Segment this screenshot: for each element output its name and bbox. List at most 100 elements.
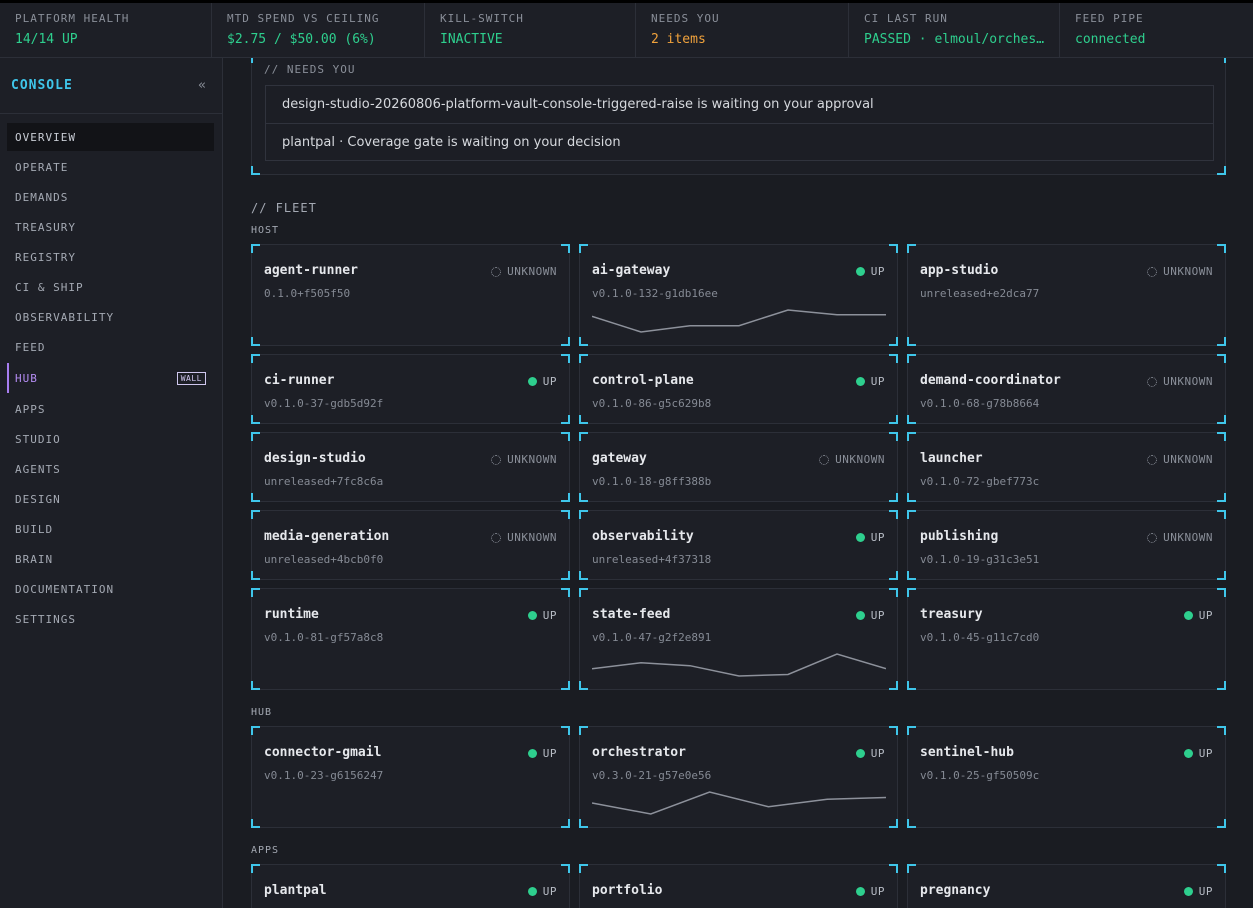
service-card-orchestrator[interactable]: orchestrator UP v0.3.0-21-g57e0e56 [579,726,898,828]
service-card-treasury[interactable]: treasury UP v0.1.0-45-g11c7cd0 [907,588,1226,690]
service-status: UNKNOWN [491,453,557,466]
service-card-demand-coordinator[interactable]: demand-coordinator UNKNOWN v0.1.0-68-g78b8… [907,354,1226,424]
stat-kill-switch[interactable]: KILL-SWITCH INACTIVE [425,3,636,57]
service-card-plantpal[interactable]: plantpal UP [251,864,570,908]
service-card-gateway[interactable]: gateway UNKNOWN v0.1.0-18-g8ff388b [579,432,898,502]
service-card-media-generation[interactable]: media-generation UNKNOWN unreleased+4bcb0f… [251,510,570,580]
status-up-dot-icon [1183,887,1193,896]
service-card-pregnancy[interactable]: pregnancy UP [907,864,1226,908]
status-text: UP [870,265,885,278]
sidebar-item-design[interactable]: DESIGN [7,485,214,513]
sidebar-item-apps[interactable]: APPS [7,395,214,423]
stat-value: 14/14 UP [15,32,78,47]
service-name: treasury [920,607,983,622]
sidebar-item-build[interactable]: BUILD [7,515,214,543]
service-version: unreleased+4bcb0f0 [264,553,384,566]
sidebar-item-treasury[interactable]: TREASURY [7,213,214,241]
service-version: unreleased+7fc8c6a [264,475,384,488]
service-card-launcher[interactable]: launcher UNKNOWN v0.1.0-72-gbef773c [907,432,1226,502]
service-card-connector-gmail[interactable]: connector-gmail UP v0.1.0-23-g6156247 [251,726,570,828]
collapse-sidebar-icon[interactable]: « [198,78,206,93]
status-text: UP [870,885,885,898]
sidebar-item-label: OPERATE [15,160,69,174]
sidebar-item-agents[interactable]: AGENTS [7,455,214,483]
service-card-state-feed[interactable]: state-feed UP v0.1.0-47-g2f2e891 [579,588,898,690]
stat-label: KILL-SWITCH [440,12,524,25]
sidebar-item-documentation[interactable]: DOCUMENTATION [7,575,214,603]
sidebar-item-label: REGISTRY [15,250,76,264]
needs-you-item[interactable]: design-studio-20260806-platform-vault-co… [266,86,1213,123]
sidebar-item-label: BUILD [15,522,54,536]
service-card-ai-gateway[interactable]: ai-gateway UP v0.1.0-132-g1db16ee [579,244,898,346]
sidebar-item-observability[interactable]: OBSERVABILITY [7,303,214,331]
service-card-runtime[interactable]: runtime UP v0.1.0-81-gf57a8c8 [251,588,570,690]
status-unknown-spinner-icon [819,454,830,465]
service-name: observability [592,529,694,544]
sidebar-item-ci-ship[interactable]: CI & SHIP [7,273,214,301]
status-text: UP [870,609,885,622]
stat-mtd-spend-vs-ceiling[interactable]: MTD SPEND VS CEILING $2.75 / $50.00 (6%) [212,3,425,57]
console-brand[interactable]: CONSOLE [11,78,73,93]
service-card-portfolio[interactable]: portfolio UP [579,864,898,908]
sidebar-item-hub[interactable]: HUB WALL [7,363,214,393]
status-bar: PLATFORM HEALTH 14/14 UP MTD SPEND VS CEIL… [0,0,1253,58]
wall-badge[interactable]: WALL [176,371,206,385]
stat-feed-pipe[interactable]: FEED PIPE connected [1060,3,1253,57]
needs-you-item[interactable]: plantpal · Coverage gate is waiting on y… [266,123,1213,160]
needs-you-panel: // NEEDS YOU design-studio-20260806-plat… [251,58,1226,175]
stat-needs-you[interactable]: NEEDS YOU 2 items [636,3,849,57]
group-label-apps: APPS [251,845,280,856]
service-status: UP [855,885,885,898]
service-version: v0.1.0-37-gdb5d92f [264,397,384,410]
service-status: UP [855,265,885,278]
status-text: UP [1198,885,1213,898]
service-name: portfolio [592,883,663,898]
status-text: UP [870,375,885,388]
stat-label: PLATFORM HEALTH [15,12,130,25]
service-version: v0.1.0-18-g8ff388b [592,475,712,488]
service-name: design-studio [264,451,366,466]
service-name: demand-coordinator [920,373,1061,388]
service-card-observability[interactable]: observability UP unreleased+4f37318 [579,510,898,580]
service-card-app-studio[interactable]: app-studio UNKNOWN unreleased+e2dca77 [907,244,1226,346]
sidebar-item-label: DEMANDS [15,190,69,204]
sidebar-item-overview[interactable]: OVERVIEW [7,123,214,151]
stat-platform-health[interactable]: PLATFORM HEALTH 14/14 UP [0,3,212,57]
service-status: UP [855,609,885,622]
service-name: control-plane [592,373,694,388]
service-status: UNKNOWN [819,453,885,466]
service-card-control-plane[interactable]: control-plane UP v0.1.0-86-g5c629b8 [579,354,898,424]
sidebar-item-label: CI & SHIP [15,280,84,294]
sidebar-item-operate[interactable]: OPERATE [7,153,214,181]
status-text: UNKNOWN [1163,265,1213,278]
service-version: v0.1.0-19-g31c3e51 [920,553,1040,566]
service-status: UP [527,375,557,388]
sidebar-item-demands[interactable]: DEMANDS [7,183,214,211]
sidebar-item-brain[interactable]: BRAIN [7,545,214,573]
service-card-ci-runner[interactable]: ci-runner UP v0.1.0-37-gdb5d92f [251,354,570,424]
sidebar-item-feed[interactable]: FEED [7,333,214,361]
sidebar-item-settings[interactable]: SETTINGS [7,605,214,633]
service-version: v0.1.0-25-gf50509c [920,769,1040,782]
service-card-design-studio[interactable]: design-studio UNKNOWN unreleased+7fc8c6a [251,432,570,502]
service-version: unreleased+e2dca77 [920,287,1040,300]
service-card-agent-runner[interactable]: agent-runner UNKNOWN 0.1.0+f505f50 [251,244,570,346]
status-text: UP [1198,747,1213,760]
status-unknown-spinner-icon [491,532,502,543]
sidebar-item-studio[interactable]: STUDIO [7,425,214,453]
group-label-hub: HUB [251,707,273,718]
service-status: UP [527,747,557,760]
sidebar-item-registry[interactable]: REGISTRY [7,243,214,271]
service-name: agent-runner [264,263,358,278]
status-text: UP [870,531,885,544]
service-status: UNKNOWN [1147,375,1213,388]
service-name: publishing [920,529,999,544]
status-up-dot-icon [527,377,537,386]
service-card-publishing[interactable]: publishing UNKNOWN v0.1.0-19-g31c3e51 [907,510,1226,580]
sidebar-header: CONSOLE « [0,58,222,114]
status-text: UNKNOWN [835,453,885,466]
service-card-sentinel-hub[interactable]: sentinel-hub UP v0.1.0-25-gf50509c [907,726,1226,828]
status-text: UP [542,747,557,760]
stat-ci-last-run[interactable]: CI LAST RUN PASSED · elmoul/orchestrator [849,3,1060,57]
status-up-dot-icon [855,377,865,386]
